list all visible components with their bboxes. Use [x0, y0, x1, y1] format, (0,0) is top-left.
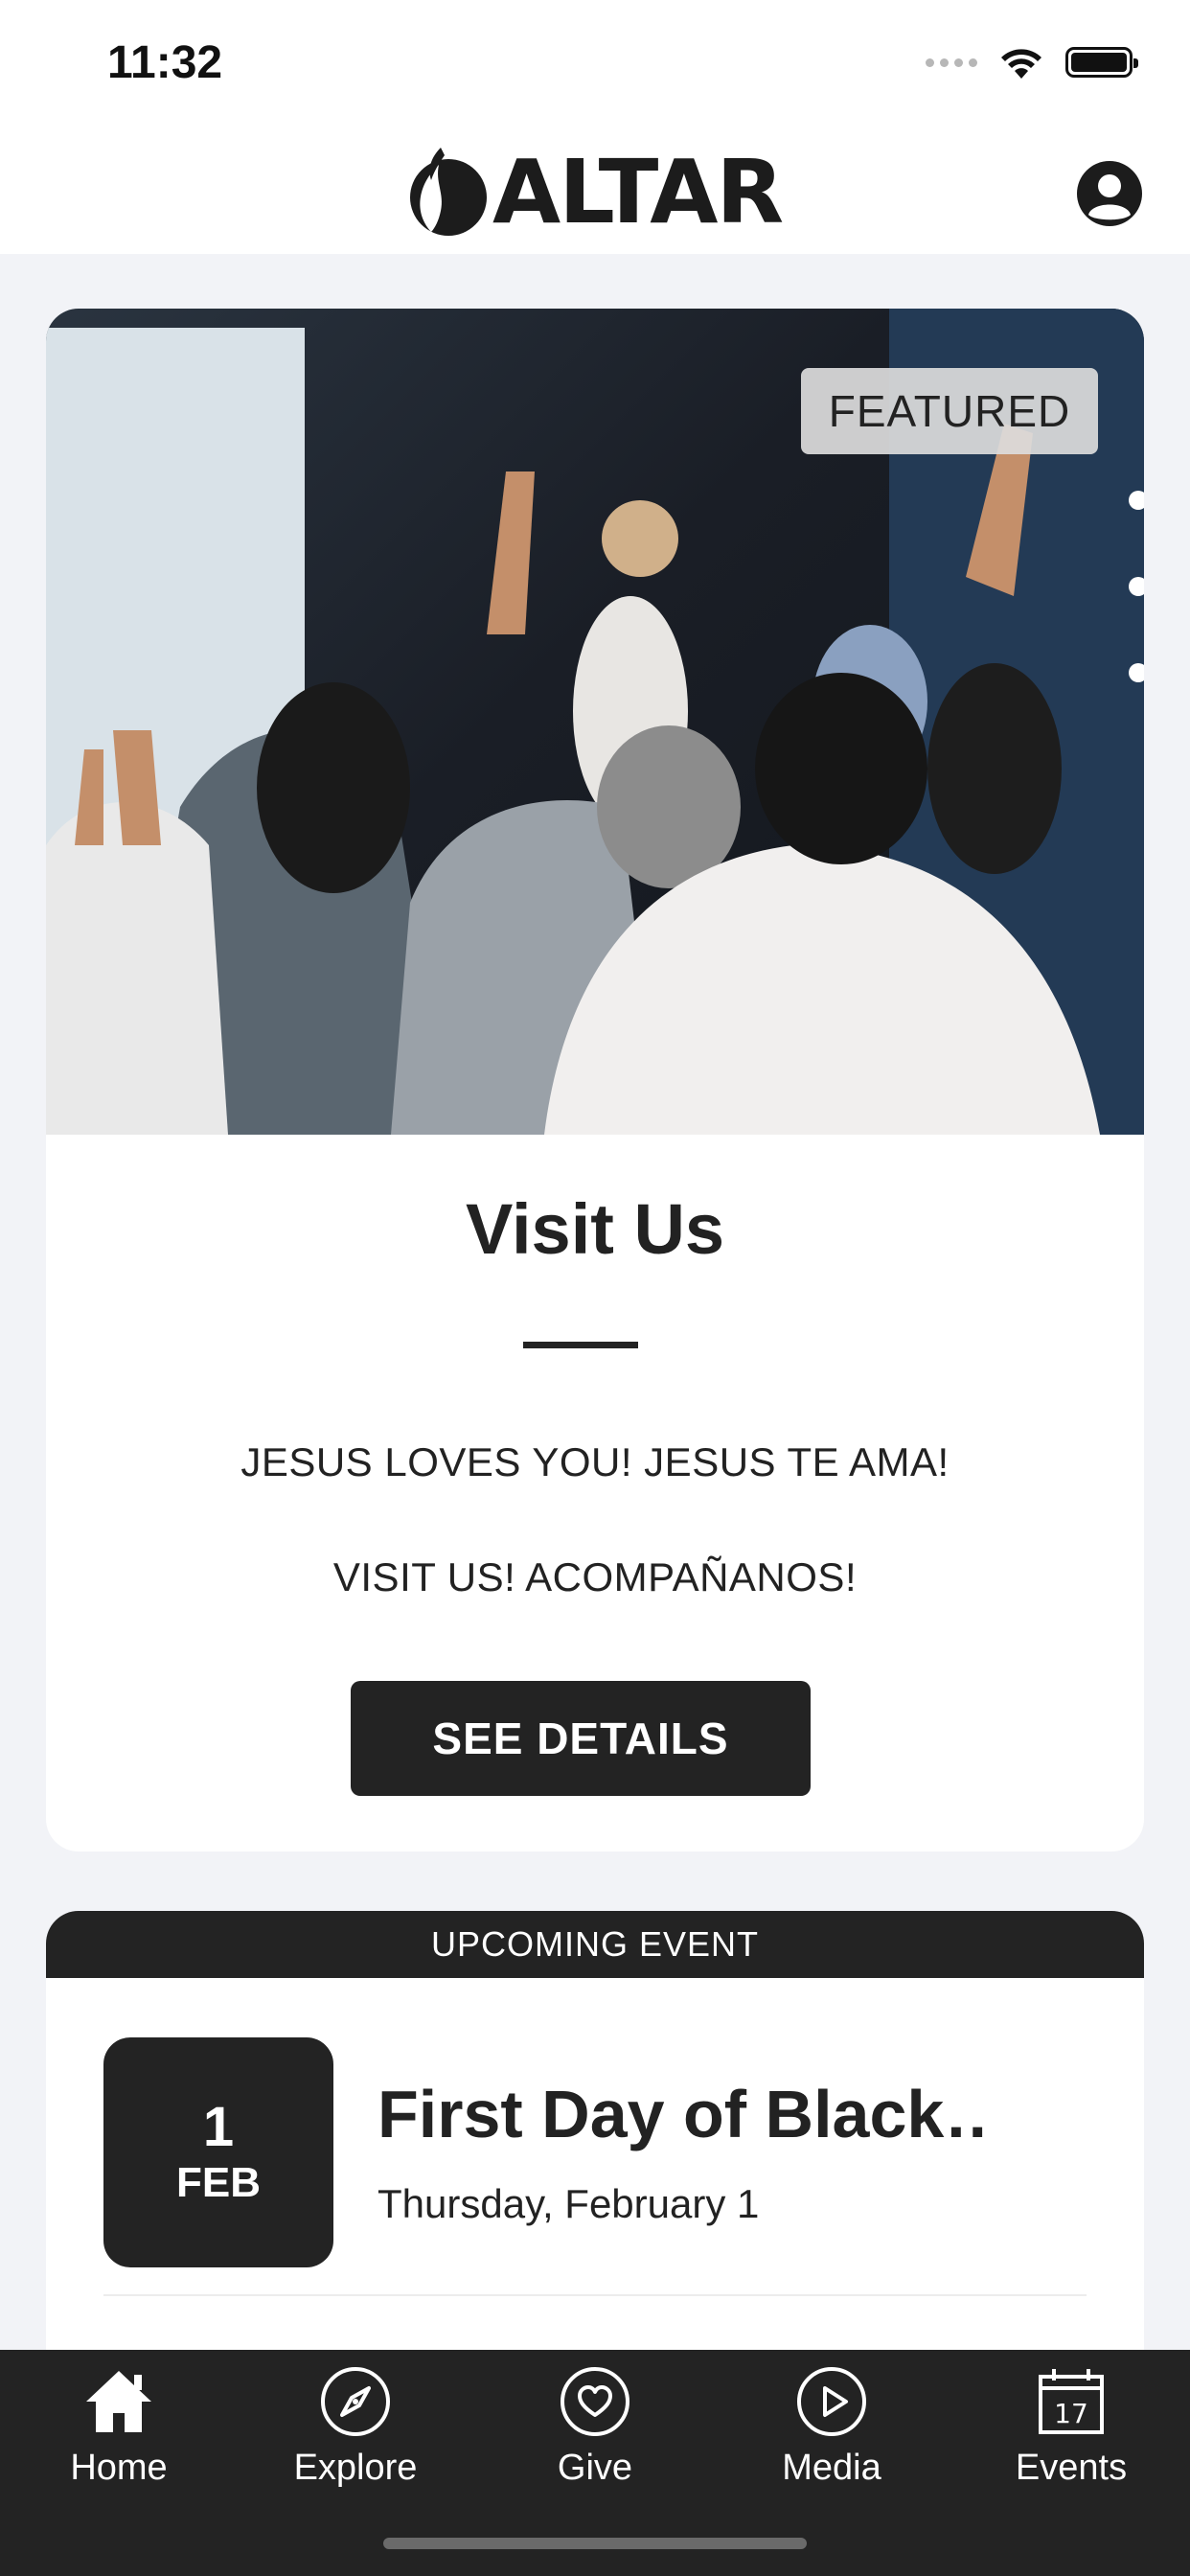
see-details-button[interactable]: SEE DETAILS	[351, 1681, 811, 1796]
tab-events[interactable]: 17 Events	[975, 2363, 1167, 2507]
tab-label: Events	[1015, 2448, 1128, 2488]
app-header: ALTAR	[0, 125, 1190, 254]
compass-icon	[321, 2367, 390, 2436]
event-title[interactable]: First Day of Black…	[378, 2076, 991, 2152]
event-date-badge: 1 FEB	[103, 2037, 333, 2267]
logo-text: ALTAR	[492, 140, 784, 243]
event-month: FEB	[176, 2159, 261, 2206]
tab-home[interactable]: Home	[23, 2363, 215, 2507]
status-bar: 11:32	[0, 0, 1190, 125]
tab-explore[interactable]: Explore	[260, 2363, 451, 2507]
play-icon	[797, 2367, 866, 2436]
tab-label: Media	[782, 2448, 881, 2488]
tab-give[interactable]: Give	[499, 2363, 691, 2507]
cellular-signal-icon	[926, 58, 977, 67]
svg-text:17: 17	[1054, 2398, 1088, 2429]
altar-logo[interactable]: ALTAR	[402, 140, 784, 243]
heart-icon	[561, 2367, 629, 2436]
event-day: 1	[202, 2096, 235, 2158]
status-indicators	[926, 44, 1138, 80]
profile-icon	[1077, 161, 1142, 226]
status-time: 11:32	[107, 37, 223, 88]
upcoming-event-card[interactable]: UPCOMING EVENT 1 FEB First Day of Black……	[46, 1911, 1144, 2390]
upcoming-event-header: UPCOMING EVENT	[46, 1911, 1144, 1978]
featured-image[interactable]: FEATURED	[46, 309, 1144, 1135]
featured-card[interactable]: FEATURED Visit Us JESUS LOVES YOU! JESUS…	[46, 309, 1144, 1852]
title-divider	[523, 1342, 638, 1348]
featured-description-line: VISIT US! ACOMPAÑANOS!	[332, 1554, 858, 1599]
tab-label: Explore	[293, 2448, 418, 2488]
list-divider	[103, 2294, 1087, 2296]
featured-title: Visit Us	[465, 1189, 725, 1269]
featured-description-line: JESUS LOVES YOU! JESUS TE AMA!	[240, 1439, 950, 1484]
tab-label: Home	[70, 2448, 168, 2488]
calendar-icon: 17	[1039, 2369, 1104, 2434]
battery-icon	[1065, 47, 1138, 78]
tab-label: Give	[557, 2448, 633, 2488]
flame-logo-icon	[410, 148, 487, 236]
tab-media[interactable]: Media	[736, 2363, 927, 2507]
event-date: Thursday, February 1	[378, 2181, 760, 2226]
home-indicator[interactable]	[383, 2538, 807, 2549]
home-icon	[86, 2371, 151, 2432]
wifi-icon	[1001, 49, 1041, 79]
profile-button[interactable]	[1075, 159, 1144, 228]
featured-badge: FEATURED	[801, 368, 1098, 454]
